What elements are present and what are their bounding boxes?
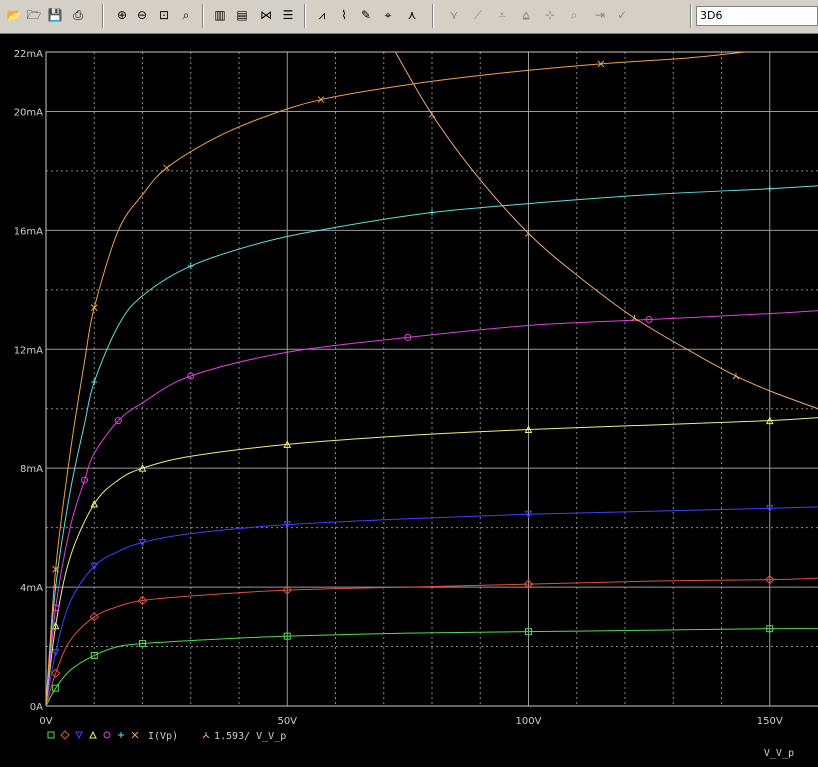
- y-tick-label: 20mA: [14, 107, 43, 118]
- legend-label: 1.593/ V_V_p: [214, 731, 286, 742]
- x-tick-label: 0V: [39, 716, 52, 727]
- series-marker: [766, 185, 773, 192]
- y-tick-label: 22mA: [14, 49, 43, 60]
- series-marker: [89, 730, 97, 739]
- series-line: [46, 506, 818, 706]
- y-tick-label: 8mA: [20, 464, 43, 475]
- series-marker: [91, 378, 98, 385]
- x-axis-label: V_V_p: [764, 748, 794, 759]
- series-marker: [202, 732, 210, 739]
- series-marker: [75, 731, 83, 740]
- series-marker: [131, 731, 139, 739]
- x-tick-label: 50V: [277, 716, 297, 727]
- probe-chart: 0A 4mA 8mA 12mA 16mA 20mA 22mA 0V 50V 100V 150V V_V…: [14, 49, 818, 759]
- series-marker: [429, 209, 435, 216]
- series-marker: [118, 732, 124, 738]
- series-marker: [90, 304, 98, 312]
- y-tick-label: 4mA: [20, 583, 43, 594]
- series-marker: [732, 373, 740, 380]
- series-line: [46, 52, 746, 706]
- series-marker: [163, 164, 170, 172]
- y-tick-label: 0A: [30, 702, 43, 713]
- series-marker: [187, 263, 194, 270]
- series-marker: [47, 731, 55, 739]
- series-marker: [103, 731, 111, 739]
- legend-label: I(Vp): [148, 731, 178, 742]
- series-marker: [60, 730, 70, 740]
- y-tick-label: 16mA: [14, 226, 43, 237]
- series-marker: [428, 111, 436, 118]
- x-tick-label: 100V: [516, 716, 542, 727]
- x-tick-label: 150V: [757, 716, 783, 727]
- y-tick-label: 12mA: [14, 345, 43, 356]
